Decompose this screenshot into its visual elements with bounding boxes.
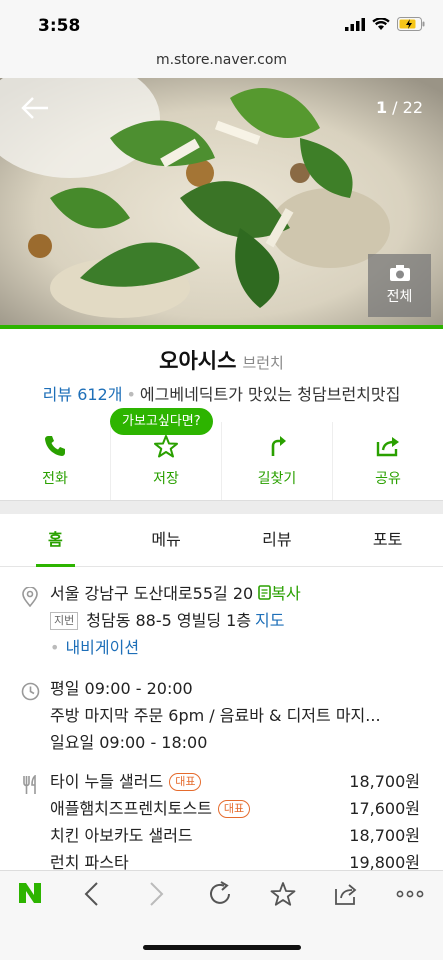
bookmark-button[interactable] xyxy=(263,881,303,911)
store-category: 브런치 xyxy=(242,354,284,372)
directions-icon xyxy=(271,436,286,456)
copy-address-button[interactable]: 복사 xyxy=(258,584,301,603)
star-outline-icon xyxy=(270,882,296,906)
representative-badge: 대표 xyxy=(217,800,251,818)
store-description: 에그베네딕트가 맛있는 청담브런치맛집 xyxy=(139,385,401,404)
weekday-hours: 평일 09:00 - 20:00 xyxy=(50,679,193,698)
share-icon xyxy=(376,437,399,457)
jibun-address: 청담동 88-5 영빌딩 1층 xyxy=(86,611,252,630)
tab-review[interactable]: 리뷰 xyxy=(222,514,333,566)
address-section: 서울 강남구 도산대로55길 20 복사 지번 청담동 88-5 영빌딩 1층 지도… xyxy=(0,580,443,661)
signal-icon xyxy=(345,17,365,31)
more-button[interactable] xyxy=(390,881,430,911)
menu-item[interactable]: 타이 누들 샐러드 대표 18,700원 xyxy=(50,768,443,795)
browser-share-button[interactable] xyxy=(326,881,366,911)
hero-photo[interactable]: 1 / 22 전체 xyxy=(0,78,443,325)
wifi-icon xyxy=(372,17,390,30)
view-all-photos-button[interactable]: 전체 xyxy=(368,254,431,317)
home-indicator[interactable] xyxy=(143,945,301,950)
fork-knife-icon xyxy=(23,775,36,794)
wish-tooltip[interactable]: 가보고싶다면? xyxy=(110,408,213,435)
reload-icon xyxy=(210,881,230,904)
jibun-tag: 지번 xyxy=(50,612,79,630)
menu-price: 18,700원 xyxy=(349,826,420,845)
menu-item[interactable]: 치킨 아보카도 샐러드 18,700원 xyxy=(50,822,443,849)
location-pin-icon xyxy=(22,587,38,607)
road-address: 서울 강남구 도산대로55길 20 xyxy=(50,584,254,603)
chevron-right-icon xyxy=(150,882,164,906)
menu-price: 17,600원 xyxy=(349,799,420,818)
directions-button[interactable]: 길찾기 xyxy=(222,422,333,500)
menu-price: 18,700원 xyxy=(349,772,420,791)
section-divider xyxy=(0,500,443,514)
copy-icon xyxy=(258,585,272,600)
share-outline-icon xyxy=(335,884,357,905)
star-icon xyxy=(154,435,178,458)
map-link[interactable]: 지도 xyxy=(255,611,284,630)
store-details: 서울 강남구 도산대로55길 20 복사 지번 청담동 88-5 영빌딩 1층 지도… xyxy=(0,580,443,876)
store-name: 오아시스 xyxy=(159,349,237,373)
browser-back-button[interactable] xyxy=(72,881,112,911)
tab-home[interactable]: 홈 xyxy=(0,514,111,567)
chevron-left-icon xyxy=(84,882,98,906)
status-time: 3:58 xyxy=(38,16,81,36)
url-bar[interactable]: m.store.naver.com xyxy=(0,50,443,78)
url-text: m.store.naver.com xyxy=(155,52,288,68)
back-arrow-icon[interactable] xyxy=(20,96,50,120)
hours-note[interactable]: 주방 마지막 주문 6pm / 음료바 & 디저트 마지... xyxy=(50,702,443,729)
browser-toolbar xyxy=(0,870,443,960)
clock-icon xyxy=(21,682,40,701)
tab-menu[interactable]: 메뉴 xyxy=(111,514,222,566)
photo-counter: 1 / 22 xyxy=(375,98,423,117)
representative-badge: 대표 xyxy=(169,773,202,791)
store-info: 오아시스 브런치 리뷰 612개 • 에그베네딕트가 맛있는 청담브런치맛집 xyxy=(0,329,443,419)
phone-icon xyxy=(45,436,65,456)
navigation-link[interactable]: • 내비게이션 xyxy=(50,634,443,661)
naver-logo-icon xyxy=(19,883,41,903)
review-count-link[interactable]: 리뷰 612개 xyxy=(43,385,123,404)
view-all-label: 전체 xyxy=(386,289,413,305)
tab-bar: 홈 메뉴 리뷰 포토 xyxy=(0,514,443,567)
naver-home-button[interactable] xyxy=(10,881,50,911)
status-bar: 3:58 xyxy=(0,0,443,50)
more-dots-icon xyxy=(396,890,424,898)
reload-button[interactable] xyxy=(200,881,240,911)
separator-dot: • xyxy=(126,385,136,404)
battery-icon xyxy=(397,17,425,31)
action-row: 전화 저장 길찾기 공유 xyxy=(0,422,443,500)
browser-forward-button[interactable] xyxy=(136,881,176,911)
status-icons xyxy=(345,17,425,31)
hours-section: 평일 09:00 - 20:00 주방 마지막 주문 6pm / 음료바 & 디… xyxy=(0,675,443,756)
menu-item[interactable]: 애플햄치즈프렌치토스트 대표 17,600원 xyxy=(50,795,443,822)
camera-icon xyxy=(389,265,410,281)
call-button[interactable]: 전화 xyxy=(0,422,111,500)
tab-photo[interactable]: 포토 xyxy=(332,514,443,566)
share-button[interactable]: 공유 xyxy=(333,422,443,500)
sunday-hours: 일요일 09:00 - 18:00 xyxy=(50,733,208,752)
menu-section: 타이 누들 샐러드 대표 18,700원 애플햄치즈프렌치토스트 대표 17,600원 … xyxy=(0,768,443,876)
